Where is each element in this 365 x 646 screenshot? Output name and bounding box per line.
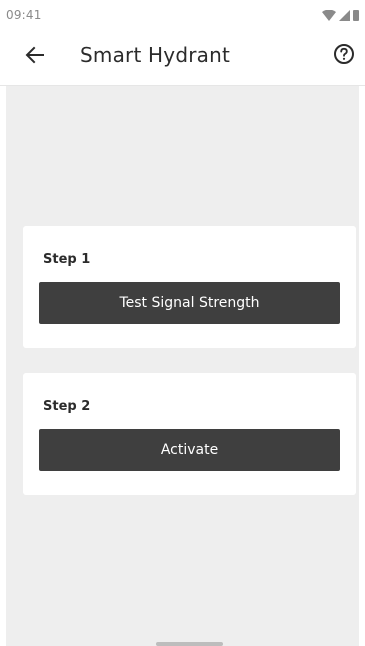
help-button[interactable]	[333, 43, 355, 69]
status-bar: 09:41	[0, 0, 365, 30]
step-label: Step 2	[43, 399, 91, 414]
step-label: Step 1	[43, 252, 91, 267]
wifi-icon	[322, 9, 336, 21]
status-time: 09:41	[6, 8, 42, 22]
step-card-2: Step 2 Activate	[23, 373, 356, 495]
step-card-1: Step 1 Test Signal Strength	[23, 226, 356, 348]
content-area: Step 1 Test Signal Strength Step 2 Activ…	[6, 86, 359, 646]
status-icons	[322, 9, 359, 21]
page-title: Smart Hydrant	[80, 43, 231, 67]
back-button[interactable]	[22, 44, 48, 70]
battery-icon	[353, 9, 359, 21]
home-indicator[interactable]	[156, 642, 223, 646]
app-bar: Smart Hydrant	[0, 30, 365, 86]
help-circle-icon	[333, 43, 355, 69]
screen: 09:41 Smart Hydrant Step 1 Test Signal S…	[0, 0, 365, 646]
signal-icon	[339, 9, 350, 21]
arrow-left-icon	[25, 46, 45, 68]
activate-button[interactable]: Activate	[39, 429, 340, 471]
test-signal-strength-button[interactable]: Test Signal Strength	[39, 282, 340, 324]
